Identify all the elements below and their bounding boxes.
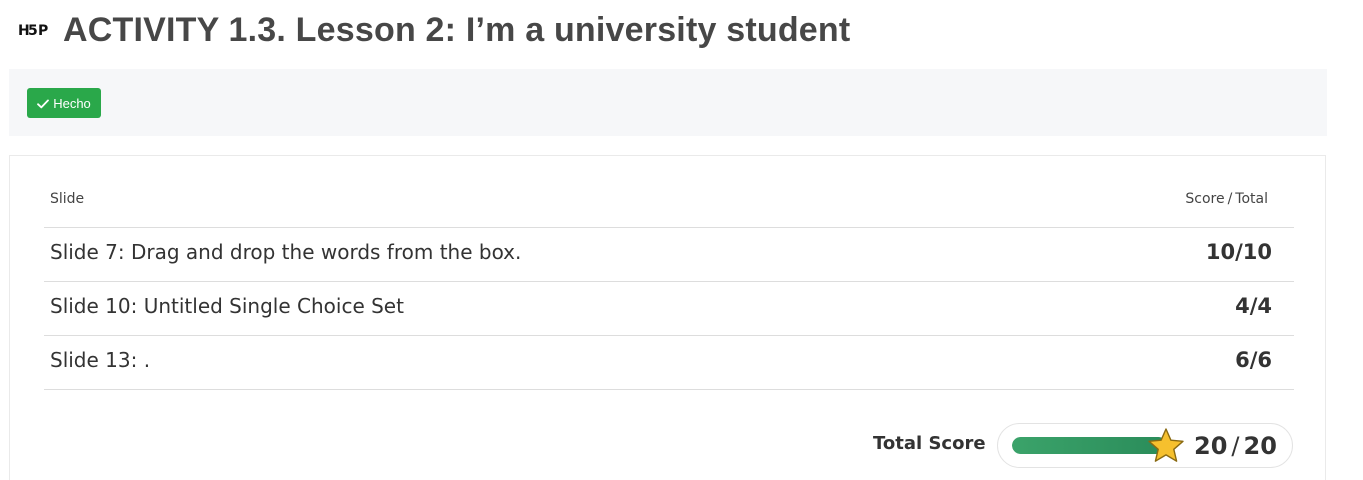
slide-score: 4/4	[1235, 294, 1272, 318]
slide-title: Slide 13: .	[50, 348, 151, 372]
total-score-pill: 20/20	[997, 423, 1293, 468]
summary-panel: Slide Score / Total Slide 7: Drag and drop…	[9, 155, 1326, 480]
total-score-separator: /	[1231, 432, 1240, 460]
summary-table-header: Slide Score / Total	[44, 156, 1294, 228]
total-score-earned: 20	[1194, 432, 1228, 460]
slide-score: 6/6	[1235, 348, 1272, 372]
slide-title: Slide 7: Drag and drop the words from th…	[50, 240, 522, 264]
total-score-label: Total Score	[873, 433, 986, 454]
toolbar: Hecho	[9, 69, 1327, 136]
page-header: H 5 P ACTIVITY 1.3. Lesson 2: I’m a univ…	[18, 8, 850, 52]
svg-text:P: P	[38, 23, 48, 38]
column-header-slide: Slide	[50, 191, 85, 207]
table-row[interactable]: Slide 7: Drag and drop the words from th…	[44, 228, 1294, 282]
star-icon	[1146, 426, 1186, 470]
page-title: ACTIVITY 1.3. Lesson 2: I’m a university…	[63, 10, 851, 49]
done-button-label: Hecho	[53, 95, 91, 111]
column-header-total: Total	[1235, 191, 1268, 207]
check-icon	[37, 94, 50, 113]
column-header-score-total: Score / Total	[1185, 191, 1268, 207]
svg-text:5: 5	[28, 23, 38, 38]
table-row[interactable]: Slide 13: . 6/6	[44, 336, 1294, 390]
column-header-score: Score	[1185, 191, 1225, 207]
score-progress-fill	[1012, 437, 1167, 454]
done-button[interactable]: Hecho	[27, 88, 101, 118]
score-progress-bar	[1012, 437, 1167, 454]
table-row[interactable]: Slide 10: Untitled Single Choice Set 4/4	[44, 282, 1294, 336]
total-score-value: 20/20	[1194, 432, 1277, 460]
column-header-separator: /	[1227, 191, 1233, 207]
total-score-max: 20	[1243, 432, 1277, 460]
h5p-logo-icon: H 5 P	[18, 22, 51, 38]
slide-title: Slide 10: Untitled Single Choice Set	[50, 294, 404, 318]
slide-score: 10/10	[1205, 240, 1272, 264]
